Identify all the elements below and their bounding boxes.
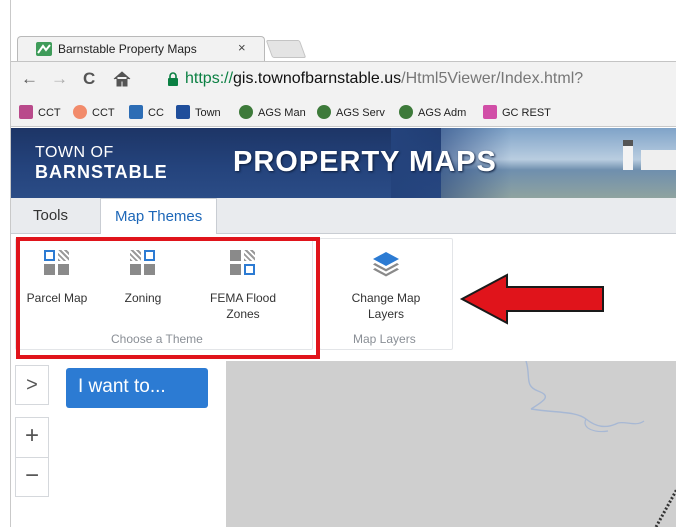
globe-icon	[399, 105, 413, 119]
bookmark-icon	[19, 105, 33, 119]
bookmark-ags-adm[interactable]: AGS Adm	[399, 105, 466, 119]
globe-icon	[239, 105, 253, 119]
bookmark-label: CCT	[38, 107, 61, 119]
change-map-label-line1: Change Map	[351, 291, 421, 305]
tab-title: Barnstable Property Maps	[58, 42, 197, 56]
new-tab-button[interactable]	[265, 40, 307, 58]
layers-icon	[373, 252, 399, 277]
forward-arrow-icon[interactable]: →	[51, 69, 68, 89]
zoom-out-button[interactable]: −	[16, 457, 48, 496]
bookmark-label: AGS Man	[258, 107, 306, 119]
url-host: gis.townofbarnstable.us	[233, 70, 402, 87]
back-arrow-icon[interactable]: ←	[21, 69, 38, 89]
map-canvas[interactable]	[226, 361, 676, 527]
pointer-arrow-icon	[459, 273, 604, 325]
expand-panel-button[interactable]: >	[15, 365, 49, 405]
town-of-text: TOWN OF	[35, 144, 114, 161]
browser-toolbar: ← → C https://gis.townofbarnstable.us/Ht…	[11, 61, 676, 97]
url-path: /Html5Viewer/Index.html?	[401, 70, 584, 87]
zoom-control: + −	[15, 417, 49, 497]
bookmark-cct-1[interactable]: CCT	[19, 105, 61, 119]
bookmark-gc-rest[interactable]: GC REST	[483, 105, 551, 119]
bookmarks-bar: CCT CCT CC Town AGS Man AGS Serv AGS Adm…	[11, 97, 676, 127]
tab-map-themes[interactable]: Map Themes	[100, 198, 218, 235]
bookmark-cct-2[interactable]: CCT	[73, 105, 115, 119]
change-map-label-line2: Layers	[367, 307, 405, 321]
bookmark-icon	[176, 105, 190, 119]
bookmark-label: GC REST	[502, 107, 551, 119]
bookmark-label: CC	[148, 107, 164, 119]
map-features	[525, 361, 676, 527]
bookmark-icon	[483, 105, 497, 119]
layers-group-caption: Map Layers	[353, 332, 416, 346]
bookmark-icon	[73, 105, 87, 119]
house-image	[641, 150, 676, 170]
i-want-to-button[interactable]: I want to...	[66, 368, 208, 408]
app-tab-bar: Tools Map Themes	[11, 198, 676, 235]
bookmark-town[interactable]: Town	[176, 105, 221, 119]
bookmark-label: CCT	[92, 107, 115, 119]
home-icon[interactable]	[113, 71, 131, 87]
bookmark-cc[interactable]: CC	[129, 105, 164, 119]
globe-icon	[317, 105, 331, 119]
map-favicon-icon	[36, 42, 52, 56]
zoom-in-button[interactable]: +	[16, 418, 48, 457]
bookmark-label: AGS Serv	[336, 107, 385, 119]
page-title: PROPERTY MAPS	[233, 146, 497, 178]
bookmark-ags-man[interactable]: AGS Man	[239, 105, 306, 119]
browser-tab-strip: Barnstable Property Maps ×	[11, 0, 676, 61]
bookmark-label: AGS Adm	[418, 107, 467, 119]
bookmark-icon	[129, 105, 143, 119]
bookmark-label: Town	[195, 107, 221, 119]
url-scheme: https://	[185, 70, 234, 87]
browser-tab[interactable]: Barnstable Property Maps ×	[17, 36, 265, 61]
highlight-box	[16, 237, 320, 359]
site-banner: TOWN OF BARNSTABLE PROPERTY MAPS	[11, 128, 676, 198]
lock-icon	[168, 72, 178, 86]
browser-window: Barnstable Property Maps × ← → C https:/…	[10, 0, 676, 527]
change-map-layers-button[interactable]: Change Map Layers	[333, 246, 439, 326]
town-name-text: BARNSTABLE	[35, 162, 168, 182]
close-tab-icon[interactable]: ×	[238, 40, 246, 55]
tab-tools[interactable]: Tools	[19, 198, 82, 234]
address-bar[interactable]: https://gis.townofbarnstable.us/Html5Vie…	[185, 70, 583, 88]
lighthouse-image	[623, 140, 633, 170]
reload-icon[interactable]: C	[83, 69, 95, 89]
map-side-panel: > I want to... + −	[11, 361, 226, 527]
bookmark-ags-serv[interactable]: AGS Serv	[317, 105, 385, 119]
